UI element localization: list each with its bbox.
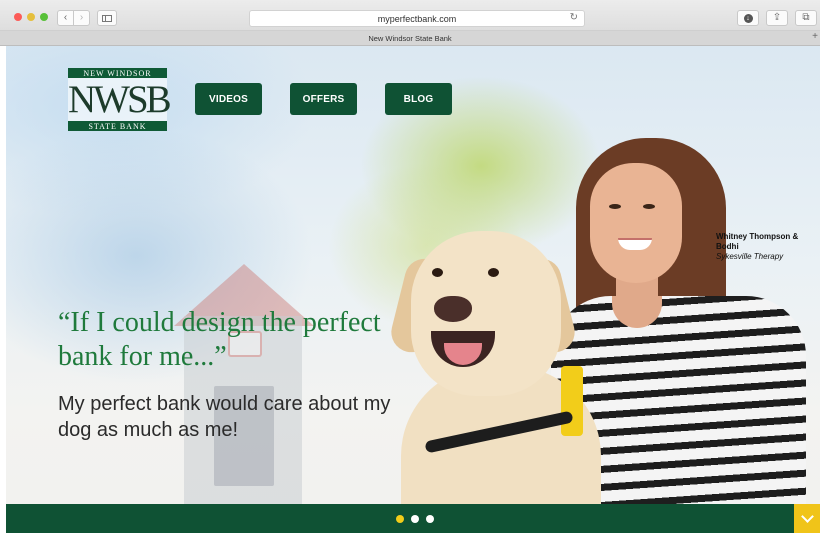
hero-tagline: My perfect bank would care about my dog … — [58, 393, 391, 441]
close-window-button[interactable] — [14, 13, 22, 21]
photo-dog-eye — [432, 268, 443, 277]
carousel-footer — [6, 504, 820, 533]
new-tab-icon[interactable]: + — [812, 31, 818, 42]
url-text: myperfectbank.com — [377, 13, 457, 24]
logo-monogram: NWSB — [68, 78, 172, 121]
carousel-dot-2[interactable] — [411, 515, 419, 523]
sidebar-icon — [102, 14, 112, 22]
reload-icon[interactable]: ↻ — [570, 12, 578, 23]
tab-title[interactable]: New Windsor State Bank — [368, 34, 451, 43]
tabs-icon: ⧉ — [802, 12, 810, 23]
share-icon: ⇪ — [772, 12, 782, 23]
hero-quote: “If I could design the perfect bank for … — [58, 307, 381, 372]
show-tabs-button[interactable]: ⧉ — [795, 10, 817, 26]
photo-dog-nose — [434, 296, 472, 322]
downloads-button[interactable]: ↓ — [737, 10, 759, 26]
bank-logo[interactable]: NEW WINDSOR NWSB STATE BANK — [68, 68, 172, 131]
caption-company: Sykesville Therapy — [716, 252, 784, 261]
photo-dog-eye — [488, 268, 499, 277]
share-button[interactable]: ⇪ — [766, 10, 788, 26]
scroll-down-button[interactable] — [794, 504, 820, 533]
photo-woman-face — [590, 163, 682, 283]
address-bar[interactable]: myperfectbank.com ↻ — [249, 10, 585, 27]
photo-woman-eye — [643, 204, 655, 209]
photo-dog-head — [411, 231, 561, 396]
photo-woman-eye — [609, 204, 621, 209]
zoom-window-button[interactable] — [40, 13, 48, 21]
download-icon: ↓ — [743, 13, 753, 23]
photo-caption: Whitney Thompson & Bodhi Sykesville Ther… — [716, 232, 816, 262]
logo-top-band: NEW WINDSOR — [68, 68, 167, 78]
nav-offers-button[interactable]: OFFERS — [290, 83, 357, 115]
nav-videos-button[interactable]: VIDEOS — [195, 83, 262, 115]
forward-button[interactable]: › — [73, 10, 90, 26]
chevron-down-icon — [800, 510, 814, 523]
hero-section: NEW WINDSOR NWSB STATE BANK VIDEOS OFFER… — [6, 46, 820, 533]
minimize-window-button[interactable] — [27, 13, 35, 21]
sidebar-toggle-button[interactable] — [97, 10, 117, 26]
carousel-dot-3[interactable] — [426, 515, 434, 523]
back-button[interactable]: ‹ — [57, 10, 74, 26]
chevron-right-icon: › — [79, 12, 84, 23]
chevron-left-icon: ‹ — [63, 12, 68, 23]
tab-bar: New Windsor State Bank + — [0, 31, 820, 46]
nav-blog-button[interactable]: BLOG — [385, 83, 452, 115]
logo-bottom-band: STATE BANK — [68, 121, 167, 131]
browser-toolbar: ‹ › myperfectbank.com ↻ ↓ ⇪ ⧉ — [0, 0, 820, 31]
carousel-dot-1-active[interactable] — [396, 515, 404, 523]
photo-dog-vest — [561, 366, 583, 436]
caption-name: Whitney Thompson & Bodhi — [716, 232, 799, 251]
